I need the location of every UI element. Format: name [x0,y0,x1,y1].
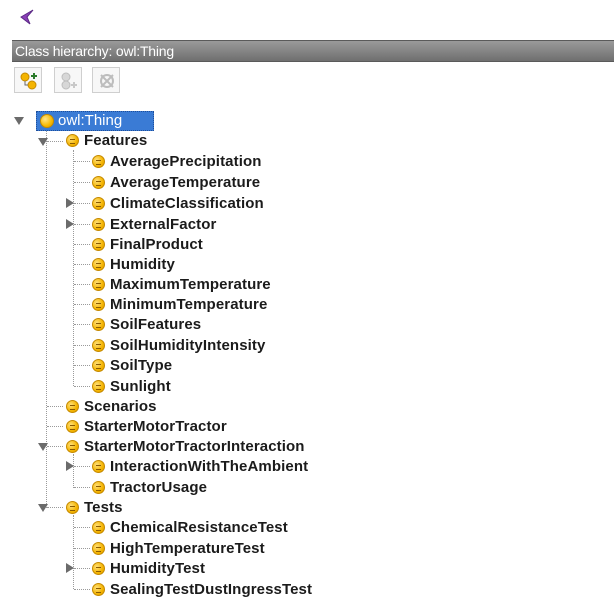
owl-thing-icon [40,114,54,128]
class-icon [92,278,105,291]
tree-node-tractor-usage[interactable]: TractorUsage [110,479,207,497]
class-icon [92,258,105,271]
tree-node-soil-type[interactable]: SoilType [110,357,172,375]
tree-connector [74,203,90,204]
tree-node-average-precipitation[interactable]: AveragePrecipitation [110,153,262,171]
tree-node-sunlight[interactable]: Sunlight [110,378,171,396]
class-icon [66,420,79,433]
tree-connector [47,507,63,508]
tree-node-owl-thing[interactable]: owl:Thing [58,112,122,130]
tree-node-soil-features[interactable]: SoilFeatures [110,316,201,334]
class-icon [66,134,79,147]
tree-node-starter-motor-tractor[interactable]: StarterMotorTractor [84,418,227,436]
tree-node-chemical-resistance-test[interactable]: ChemicalResistanceTest [110,519,288,537]
tree-node-interaction-with-the-ambient[interactable]: InteractionWithTheAmbient [110,458,308,476]
tree-node-humidity-test[interactable]: HumidityTest [110,560,205,578]
class-icon [92,339,105,352]
tree-connector [47,426,63,427]
tree-connector [47,446,63,447]
tree-node-final-product[interactable]: FinalProduct [110,236,203,254]
tree-node-maximum-temperature[interactable]: MaximumTemperature [110,276,271,294]
tree-connector [74,345,90,346]
tree-connector [47,141,63,142]
class-icon [92,380,105,393]
tree-connector [74,568,90,569]
class-icon [66,440,79,453]
tree-node-high-temperature-test[interactable]: HighTemperatureTest [110,540,265,558]
tree-connector [74,324,90,325]
class-icon [92,542,105,555]
tree-node-sealing-test-dust-ingress-test[interactable]: SealingTestDustIngressTest [110,581,312,599]
tree-node-humidity[interactable]: Humidity [110,256,175,274]
tree-connector [74,182,90,183]
class-icon [66,501,79,514]
class-icon [92,155,105,168]
class-icon [92,238,105,251]
tree-node-average-temperature[interactable]: AverageTemperature [110,174,260,192]
tree-guide-level1 [46,130,47,508]
expand-toggle-closed[interactable] [66,461,74,471]
expand-toggle-open[interactable] [38,138,48,146]
tree-connector [74,304,90,305]
class-icon [92,197,105,210]
tree-guide-features [73,150,74,386]
class-icon [92,481,105,494]
expand-toggle-closed[interactable] [66,219,74,229]
class-icon [92,359,105,372]
tree-connector [74,284,90,285]
tree-node-climate-classification[interactable]: ClimateClassification [110,195,264,213]
tree-connector [74,466,90,467]
tree-node-starter-motor-tractor-interaction[interactable]: StarterMotorTractorInteraction [84,438,305,456]
class-icon [92,583,105,596]
tree-connector [74,589,90,590]
tree-node-tests[interactable]: Tests [84,499,123,517]
class-icon [92,460,105,473]
tree-connector [74,244,90,245]
class-icon [92,218,105,231]
expand-toggle-open[interactable] [14,117,24,125]
expand-toggle-open[interactable] [38,443,48,451]
class-tree: owl:Thing Features AveragePrecipitation … [0,0,614,600]
tree-connector [74,487,90,488]
tree-node-minimum-temperature[interactable]: MinimumTemperature [110,296,267,314]
class-icon [92,521,105,534]
class-icon [92,176,105,189]
class-icon [92,562,105,575]
tree-connector [74,386,90,387]
tree-connector [47,406,63,407]
tree-guide-interaction [73,454,74,488]
tree-connector [74,548,90,549]
tree-connector [74,224,90,225]
tree-node-scenarios[interactable]: Scenarios [84,398,157,416]
class-icon [92,318,105,331]
tree-connector [74,365,90,366]
expand-toggle-closed[interactable] [66,198,74,208]
tree-connector [74,264,90,265]
tree-node-external-factor[interactable]: ExternalFactor [110,216,216,234]
class-icon [92,298,105,311]
tree-node-soil-humidity-intensity[interactable]: SoilHumidityIntensity [110,337,265,355]
tree-connector [74,527,90,528]
expand-toggle-closed[interactable] [66,563,74,573]
expand-toggle-open[interactable] [38,504,48,512]
tree-connector [74,161,90,162]
tree-node-features[interactable]: Features [84,132,147,150]
class-icon [66,400,79,413]
